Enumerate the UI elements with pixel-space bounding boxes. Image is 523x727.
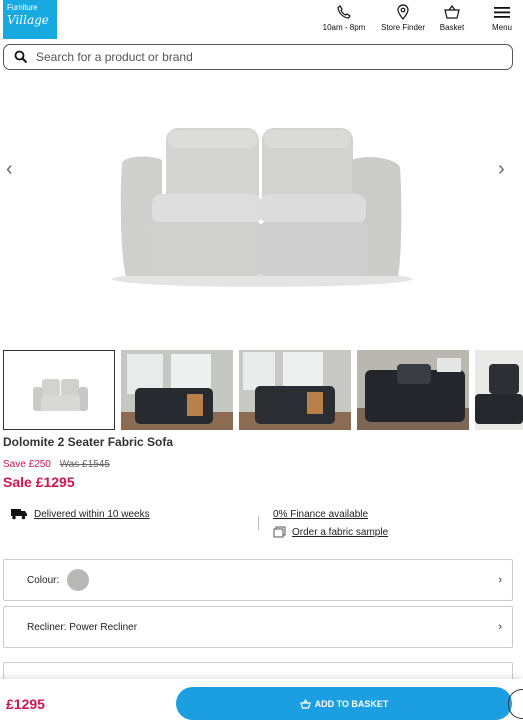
thumbnail-room-image [239, 350, 351, 430]
location-pin-icon [397, 4, 409, 20]
recliner-selector[interactable]: Recliner: Power Recliner › [3, 606, 513, 648]
search-bar[interactable] [3, 44, 513, 70]
add-to-basket-button[interactable]: ADD TO BASKET [176, 687, 512, 720]
sticky-purchase-bar: £1295 ADD TO BASKET [0, 679, 523, 727]
product-title: Dolomite 2 Seater Fabric Sofa [3, 435, 174, 449]
thumbnail-3[interactable] [239, 350, 351, 430]
phone-icon [337, 5, 351, 19]
furniture-village-logo[interactable]: Furniture Village [3, 0, 57, 39]
chevron-right-icon: › [498, 574, 502, 586]
fabric-swatch-icon [273, 526, 286, 538]
basket-label: Basket [439, 23, 465, 32]
thumbnail-4[interactable] [357, 350, 469, 430]
fabric-sample-info[interactable]: Order a fabric sample [273, 526, 388, 538]
menu-label: Menu [491, 23, 512, 32]
logo-text-1: Furniture [7, 3, 38, 12]
finance-info[interactable]: 0% Finance available [273, 509, 368, 520]
thumbnail-strip [3, 350, 523, 430]
price-savings: Save £250 Was £1545 [3, 459, 110, 470]
opening-hours-link[interactable]: 10am - 8pm [316, 4, 372, 32]
thumbnail-room-image [357, 350, 469, 430]
colour-label: Colour: [27, 574, 60, 586]
menu-button[interactable]: Menu [484, 4, 520, 32]
finance-link[interactable]: 0% Finance available [273, 509, 368, 520]
store-finder-label: Store Finder [380, 23, 426, 32]
sale-price: Sale £1295 [3, 474, 75, 490]
add-to-basket-label: ADD TO BASKET [314, 698, 389, 709]
opening-hours-label: 10am - 8pm [322, 23, 366, 32]
thumbnail-5[interactable] [475, 350, 523, 430]
logo-text-2: Village [7, 13, 49, 27]
store-finder-link[interactable]: Store Finder [374, 4, 432, 32]
hamburger-icon [494, 7, 510, 18]
colour-swatch[interactable] [67, 569, 90, 591]
save-amount: Save £250 [3, 459, 51, 470]
basket-icon [444, 5, 460, 19]
basket-link[interactable]: Basket [434, 4, 470, 32]
gallery-next-button[interactable]: › [498, 158, 514, 180]
fabric-sample-link[interactable]: Order a fabric sample [292, 527, 388, 538]
recliner-label: Recliner: Power Recliner [27, 621, 138, 633]
sofa-main-image [112, 128, 412, 287]
product-hero-gallery: ‹ › [0, 76, 523, 342]
chevron-right-icon: › [498, 621, 502, 633]
colour-selector[interactable]: Colour: › [3, 559, 513, 601]
search-icon[interactable] [14, 50, 28, 64]
product-page: Furniture Village 10am - 8pm Store Finde… [0, 0, 523, 727]
site-header: Furniture Village 10am - 8pm Store Finde… [0, 0, 523, 42]
thumbnail-room-image [121, 350, 233, 430]
thumbnail-2[interactable] [121, 350, 233, 430]
thumbnail-1[interactable] [3, 350, 115, 430]
thumbnail-room-image [475, 350, 523, 430]
search-input[interactable] [36, 50, 476, 64]
bottom-price: £1295 [6, 696, 45, 712]
delivery-link[interactable]: Delivered within 10 weeks [34, 509, 150, 520]
divider [258, 516, 259, 530]
chat-widget-tab[interactable] [508, 689, 523, 719]
delivery-truck-icon [11, 509, 27, 520]
thumbnail-sofa-image [4, 351, 114, 429]
was-price: Was £1545 [59, 459, 110, 470]
basket-icon [299, 698, 311, 709]
delivery-info[interactable]: Delivered within 10 weeks [10, 508, 150, 520]
